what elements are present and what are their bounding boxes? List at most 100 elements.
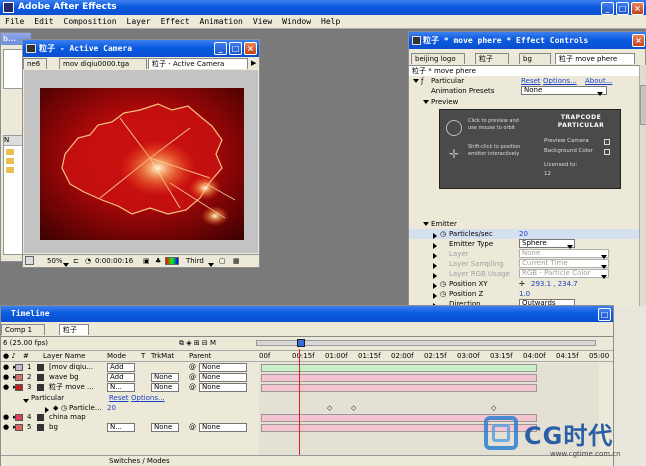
stopwatch-icon[interactable]: ◷ [440, 279, 446, 289]
sublayer-options-link[interactable]: Options... [131, 393, 165, 403]
tab-scroll-arrow-icon[interactable]: ▶ [251, 59, 256, 67]
transparency-grid-icon[interactable]: ▦ [233, 255, 240, 267]
param-value[interactable]: 293.1 , 234.7 [531, 279, 578, 289]
menu-window[interactable]: Window [277, 15, 316, 28]
zoom-select[interactable]: 50% [47, 255, 63, 267]
reset-link[interactable]: Reset [521, 76, 541, 86]
menu-composition[interactable]: Composition [59, 15, 122, 28]
preview-expand-icon[interactable] [423, 97, 429, 107]
sublayer-reset-link[interactable]: Reset [109, 393, 129, 403]
layer-parent-select[interactable]: None [199, 423, 247, 432]
timeline-tool-icons[interactable]: ⧉ ◈ ⊞ ⊟ M [179, 337, 216, 350]
region-of-interest-icon[interactable]: ▢ [219, 255, 226, 267]
layer-name[interactable]: wave bg [49, 373, 79, 382]
snapshot-icon[interactable]: ▣ [143, 255, 150, 267]
comp-viewer[interactable] [24, 70, 258, 253]
time-zoom-slider-icon[interactable] [297, 339, 305, 347]
minimize-button[interactable]: _ [601, 2, 614, 15]
layer-duration-bar[interactable] [261, 374, 537, 382]
layer-trkmat-select[interactable]: None [151, 383, 179, 392]
stopwatch-icon[interactable]: ◷ [440, 289, 446, 299]
preview-camera-checkbox[interactable] [604, 139, 610, 145]
about-link[interactable]: About... [585, 76, 612, 86]
comp-minimize-button[interactable]: _ [214, 42, 227, 55]
label-color-chip[interactable] [15, 414, 23, 421]
effect-controls-close-button[interactable]: × [632, 34, 645, 47]
tab-comp1-timeline[interactable]: Comp 1 [1, 324, 45, 335]
menu-layer[interactable]: Layer [122, 15, 156, 28]
fx-icon[interactable]: ƒ [421, 76, 423, 86]
layer-mode-select[interactable]: Add [107, 363, 135, 372]
close-button[interactable]: × [631, 2, 644, 15]
comp-viewer-options-icon[interactable] [25, 256, 34, 265]
keyframe-icon[interactable]: ◇ [491, 403, 496, 413]
eye-icon[interactable]: ● [3, 363, 9, 372]
scrollbar-thumb[interactable] [640, 85, 646, 125]
channel-icon[interactable] [165, 257, 179, 265]
tab-bg[interactable]: bg [519, 53, 551, 64]
menu-edit[interactable]: Edit [29, 15, 58, 28]
layer-trkmat-select[interactable]: None [151, 373, 179, 382]
keyframe-nav-icon[interactable]: ◆ [53, 403, 58, 413]
emitter-expand-icon[interactable] [423, 219, 429, 229]
tab-mov-diqiu[interactable]: mov diqiu0000.tga [59, 58, 147, 69]
eye-icon[interactable]: ● [3, 383, 9, 392]
eye-icon[interactable]: ● [3, 373, 9, 382]
tab-lizi[interactable]: 粒子 [475, 53, 509, 64]
tab-lizi-timeline[interactable]: 粒子 [59, 324, 89, 335]
particular-preview-panel[interactable]: Click to preview and use mouse to orbit … [439, 109, 621, 189]
timeline-maximize-button[interactable]: □ [598, 308, 611, 321]
keyframe-icon[interactable]: ◇ [327, 403, 332, 413]
parent-pickwhip-icon[interactable]: @ [189, 423, 196, 432]
menu-view[interactable]: View [248, 15, 277, 28]
parent-pickwhip-icon[interactable]: @ [189, 373, 196, 382]
col-layer-name[interactable]: Layer Name [43, 351, 85, 362]
layer-mode-select[interactable]: N... [107, 423, 135, 432]
menu-animation[interactable]: Animation [195, 15, 248, 28]
time-ruler[interactable]: 00f 00:15f 01:00f 01:15f 02:00f 02:15f 03:00f 0… [259, 351, 609, 362]
options-link[interactable]: Options... [543, 76, 577, 86]
label-color-chip[interactable] [15, 424, 23, 431]
zoom-dropdown-icon[interactable] [63, 259, 69, 271]
layer-row[interactable]: ●▸1[mov diqiu...Add@None [1, 363, 613, 372]
param-value[interactable]: 1.0 [519, 289, 530, 299]
work-area-bar[interactable] [256, 340, 596, 346]
label-color-chip[interactable] [15, 374, 23, 381]
layer-duration-bar[interactable] [261, 364, 537, 372]
layer-parent-select[interactable]: None [199, 383, 247, 392]
resolution-select[interactable]: Third [186, 255, 204, 267]
layer-name[interactable]: china map [49, 413, 86, 422]
label-color-chip[interactable] [15, 384, 23, 391]
tab-comp1[interactable]: ne6 [23, 58, 47, 69]
comp-close-button[interactable]: × [244, 42, 257, 55]
menu-help[interactable]: Help [316, 15, 345, 28]
menu-effect[interactable]: Effect [156, 15, 195, 28]
safe-zones-icon[interactable]: ⊏ [73, 255, 79, 267]
layer-trkmat-select[interactable]: None [151, 423, 179, 432]
layer-duration-bar[interactable] [261, 384, 537, 392]
param-value[interactable]: 20 [519, 229, 528, 239]
menu-file[interactable]: File [0, 15, 29, 28]
layer-name[interactable]: [mov diqiu... [49, 363, 93, 372]
animation-presets-select[interactable]: None [521, 86, 607, 95]
layer-row[interactable]: ●▸3粒子 move ...N...None@None [1, 383, 613, 392]
effect-controls-scrollbar[interactable] [639, 65, 646, 307]
resolution-dropdown-icon[interactable] [208, 259, 214, 271]
layer-row[interactable]: ●▸2wave bgAddNone@None [1, 373, 613, 382]
show-snapshot-icon[interactable]: ♣ [155, 255, 161, 267]
keyframe-icon[interactable]: ◇ [351, 403, 356, 413]
parent-pickwhip-icon[interactable]: @ [189, 363, 196, 372]
switches-modes-toggle[interactable]: Switches / Modes [109, 456, 170, 466]
maximize-button[interactable]: □ [616, 2, 629, 15]
layer-parent-select[interactable]: None [199, 363, 247, 372]
position-crosshair-icon[interactable]: ✛ [519, 279, 525, 289]
label-color-chip[interactable] [15, 364, 23, 371]
parent-pickwhip-icon[interactable]: @ [189, 383, 196, 392]
layer-name[interactable]: bg [49, 423, 58, 432]
tab-beijing-logo[interactable]: beijing logo [411, 53, 465, 64]
current-time-indicator[interactable] [299, 349, 300, 455]
comp-timecode[interactable]: 0:00:00:16 [95, 255, 133, 267]
layer-mode-select[interactable]: Add [107, 373, 135, 382]
property-stopwatch-icon[interactable]: ◷ [61, 403, 67, 413]
current-time-display[interactable]: 6 (25.00 fps) [3, 337, 48, 350]
